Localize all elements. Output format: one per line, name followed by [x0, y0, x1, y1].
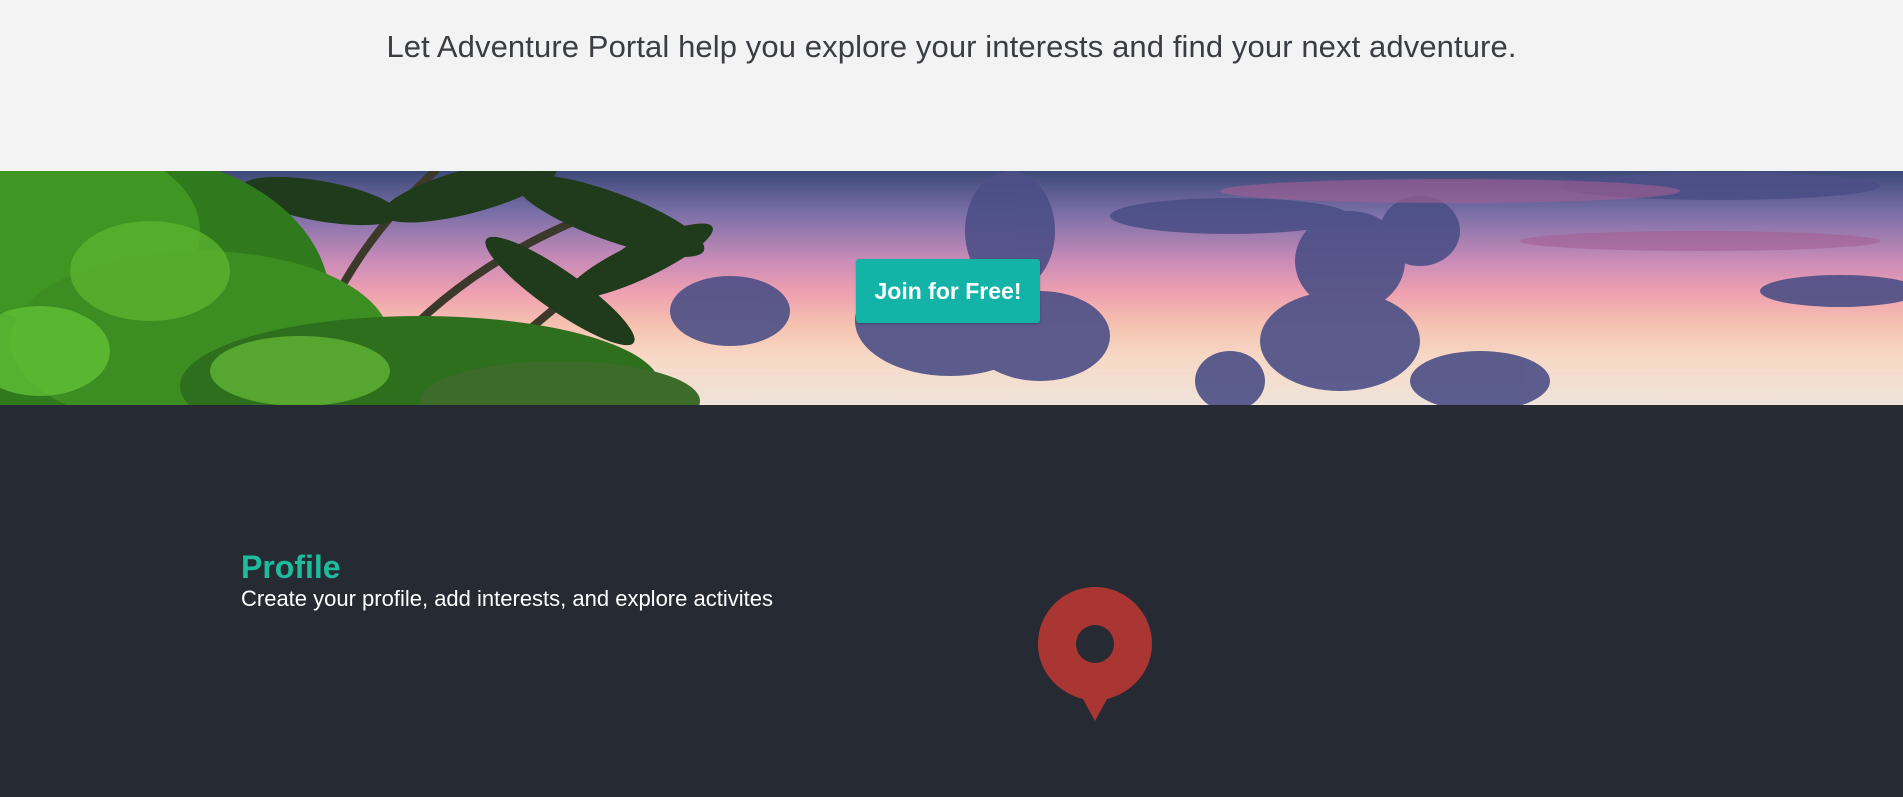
join-for-free-button[interactable]: Join for Free!	[856, 259, 1040, 323]
map-pin-icon	[1038, 587, 1152, 721]
profile-feature-description: Create your profile, add interests, and …	[241, 586, 773, 611]
intro-section: Let Adventure Portal help you explore yo…	[0, 0, 1903, 171]
intro-tagline: Let Adventure Portal help you explore yo…	[386, 29, 1517, 64]
features-section: Profile Create your profile, add interes…	[0, 405, 1903, 797]
profile-feature-title: Profile	[241, 549, 341, 585]
hero-banner: Join for Free!	[0, 171, 1903, 405]
